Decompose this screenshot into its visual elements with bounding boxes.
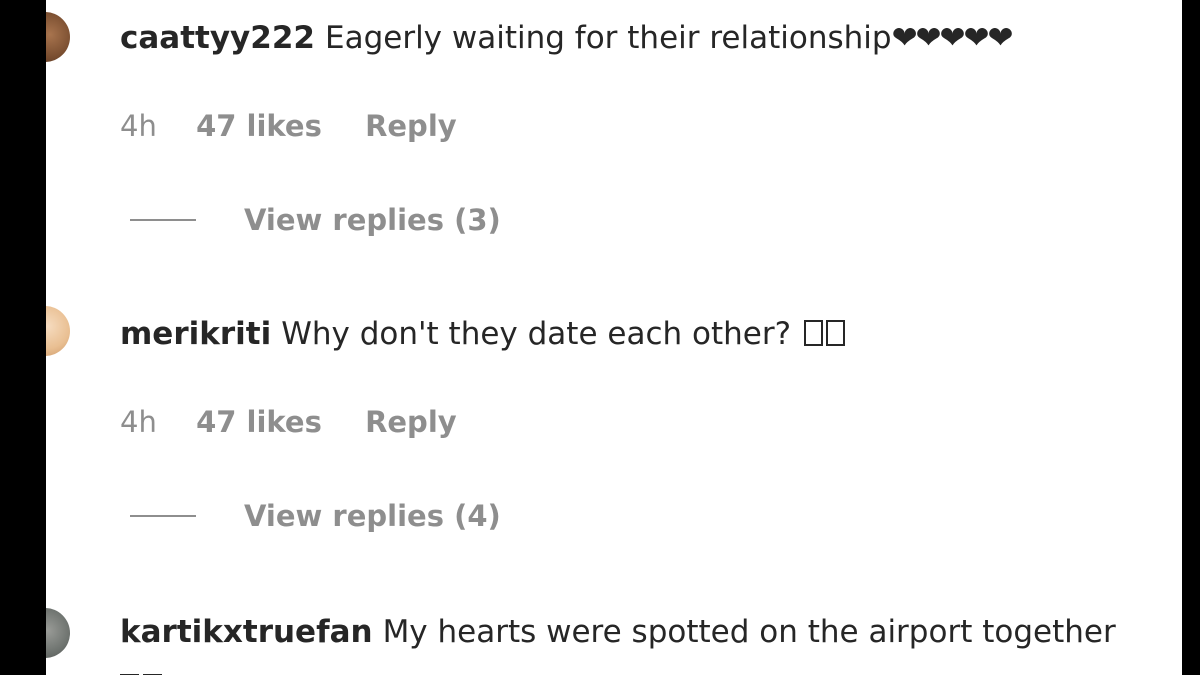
comment-text-line: caattyy222 Eagerly waiting for their rela…	[120, 18, 1014, 58]
reply-button[interactable]: Reply	[365, 405, 457, 439]
comment-text-line: merikriti Why don't they date each other?	[120, 314, 845, 354]
avatar[interactable]	[46, 306, 70, 356]
missing-glyph-icon	[803, 320, 823, 346]
comment-username[interactable]: caattyy222	[120, 20, 315, 56]
comment-time: 4h	[120, 109, 157, 143]
comments-panel: caattyy222 Eagerly waiting for their rela…	[46, 0, 1182, 675]
heart-emoji-icon: ❤❤❤❤❤	[891, 20, 1014, 56]
comment-text: Eagerly waiting for their relationship	[324, 20, 892, 56]
comment-likes[interactable]: 47 likes	[196, 405, 322, 439]
replies-divider	[130, 219, 196, 221]
avatar[interactable]	[46, 608, 70, 658]
reply-button[interactable]: Reply	[365, 109, 457, 143]
comment-meta: 4h 47 likes Reply	[120, 108, 487, 144]
comment-username[interactable]: kartikxtruefan	[120, 614, 373, 650]
view-replies-label[interactable]: View replies (4)	[244, 498, 501, 534]
avatar[interactable]	[46, 12, 70, 62]
view-replies-label[interactable]: View replies (3)	[244, 202, 501, 238]
comment-text: My hearts were spotted on the airport to…	[382, 614, 1116, 650]
comment-username[interactable]: merikriti	[120, 316, 271, 352]
comment-meta: 4h 47 likes Reply	[120, 404, 487, 440]
replies-divider	[130, 515, 196, 517]
comment-likes[interactable]: 47 likes	[196, 109, 322, 143]
view-replies-link[interactable]: View replies (3)	[130, 202, 501, 238]
comment-text-line: kartikxtruefan My hearts were spotted on …	[120, 612, 1116, 652]
comment-time: 4h	[120, 405, 157, 439]
missing-glyph-icon	[825, 320, 845, 346]
view-replies-link[interactable]: View replies (4)	[130, 498, 501, 534]
comment-text: Why don't they date each other?	[281, 316, 792, 352]
